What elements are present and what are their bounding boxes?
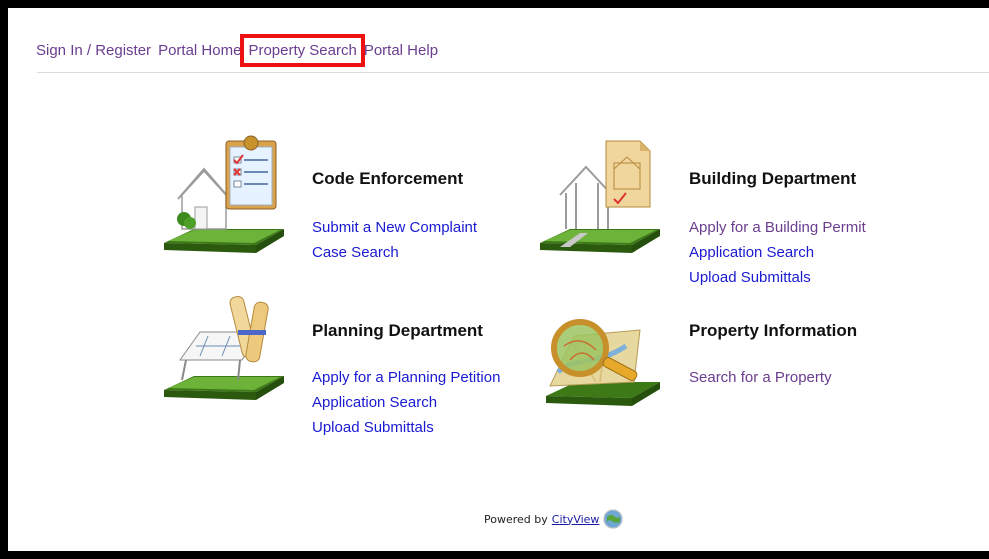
card-links: Apply for a Building Permit Application … — [689, 217, 866, 289]
nav-sign-in-register[interactable]: Sign In / Register — [36, 42, 151, 59]
house-blueprint-icon — [540, 140, 660, 253]
blueprint-scroll-icon — [164, 296, 284, 400]
nav-portal-home[interactable]: Portal Home — [158, 42, 241, 59]
portal-page: Sign In / Register Portal Home Property … — [8, 8, 989, 551]
link-upload-submittals[interactable]: Upload Submittals — [689, 267, 866, 289]
cityview-link[interactable]: CityView — [552, 513, 600, 526]
link-case-search[interactable]: Case Search — [312, 242, 477, 264]
top-navigation: Sign In / Register Portal Home Property … — [36, 34, 438, 67]
footer: Powered by CityView — [484, 509, 623, 529]
card-title: Building Department — [689, 169, 857, 188]
link-submit-new-complaint[interactable]: Submit a New Complaint — [312, 217, 477, 239]
powered-by-text: Powered by — [484, 512, 548, 526]
card-links: Submit a New Complaint Case Search — [312, 217, 477, 264]
house-clipboard-icon — [164, 135, 284, 253]
nav-divider — [37, 72, 989, 73]
card-title: Planning Department — [312, 321, 483, 340]
card-links: Search for a Property — [689, 367, 832, 389]
card-links: Apply for a Planning Petition Applicatio… — [312, 367, 500, 439]
nav-property-search[interactable]: Property Search — [240, 34, 365, 67]
link-application-search[interactable]: Application Search — [689, 242, 866, 264]
link-search-property[interactable]: Search for a Property — [689, 367, 832, 389]
cityview-globe-icon — [603, 509, 623, 529]
link-apply-building-permit[interactable]: Apply for a Building Permit — [689, 217, 866, 239]
link-apply-planning-petition[interactable]: Apply for a Planning Petition — [312, 367, 500, 389]
map-magnifier-icon — [546, 319, 660, 406]
nav-portal-help[interactable]: Portal Help — [364, 42, 438, 59]
card-title: Code Enforcement — [312, 169, 464, 188]
link-upload-submittals[interactable]: Upload Submittals — [312, 417, 500, 439]
card-title: Property Information — [689, 321, 858, 340]
link-application-search[interactable]: Application Search — [312, 392, 500, 414]
